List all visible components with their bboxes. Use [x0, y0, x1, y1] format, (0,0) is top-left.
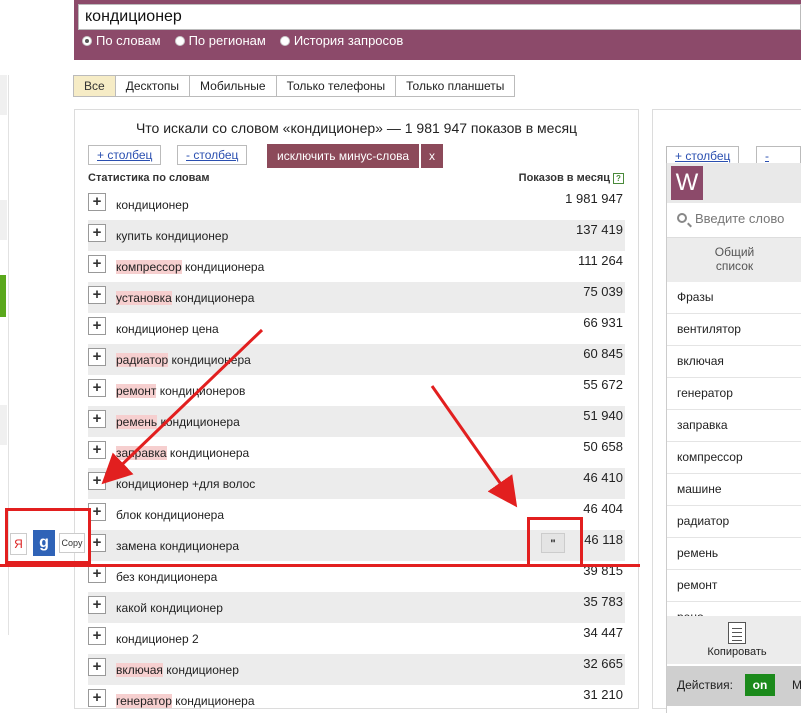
annotation-arrow-left [101, 328, 264, 485]
annotation-arrows [101, 328, 518, 508]
annotation-arrow-right [430, 385, 518, 508]
